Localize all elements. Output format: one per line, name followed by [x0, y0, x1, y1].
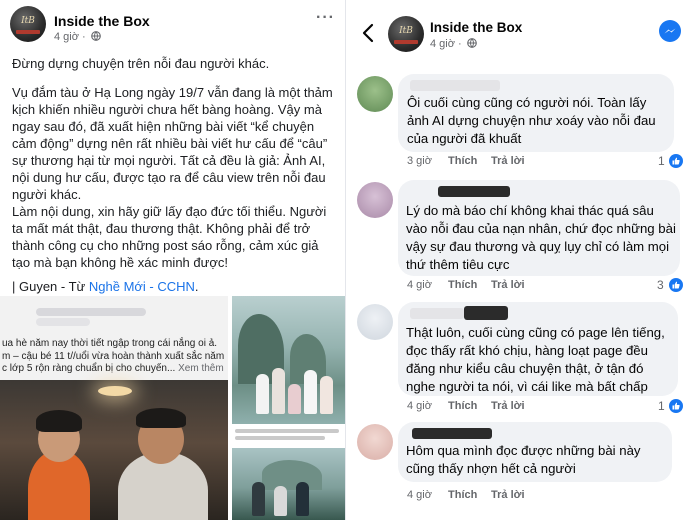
comment-bubble[interactable]: Hôm qua mình đọc được những bài này cũng… [398, 422, 672, 482]
reply-button[interactable]: Trả lời [491, 155, 525, 167]
commenter-name[interactable] [412, 428, 492, 439]
commenter-avatar[interactable] [357, 424, 393, 460]
like-count[interactable]: 1 [658, 154, 665, 168]
globe-icon [466, 38, 477, 48]
photo-family-bay[interactable] [232, 296, 345, 424]
page-avatar[interactable]: ItB [388, 16, 424, 52]
like-button[interactable]: Thích [448, 279, 477, 291]
post-paragraph-1: Vụ đắm tàu ở Hạ Long ngày 19/7 vẫn đang … [12, 85, 333, 202]
reply-button[interactable]: Trả lời [491, 489, 525, 501]
image-collage[interactable]: ua hè năm nay thời tiết ngập trong cái n… [0, 296, 345, 520]
shared-post-text: ua hè năm nay thời tiết ngập trong cái n… [2, 338, 225, 374]
post-time: 4 giờ · [54, 31, 101, 43]
post-headline: Đừng dựng chuyện trên nỗi đau người khác… [12, 56, 270, 71]
photo-caption-card [232, 424, 345, 448]
comment-bubble[interactable]: Ôi cuối cùng cũng có người nói. Toàn lấy… [398, 74, 674, 152]
photo-boat-scene [0, 380, 228, 520]
like-button[interactable]: Thích [448, 489, 477, 501]
like-button[interactable]: Thích [448, 155, 477, 167]
logo-icon: ItB [399, 25, 413, 36]
messenger-icon[interactable] [659, 20, 681, 42]
like-icon [669, 399, 683, 413]
comment-text: Lý do mà báo chí không khai thác quá sâu… [406, 203, 676, 272]
page-name[interactable]: Inside the Box [430, 20, 522, 35]
photo-boat-group[interactable] [232, 448, 345, 520]
comments-panel: ItB Inside the Box 4 giờ · Ôi cuối cùng … [346, 0, 695, 520]
commenter-avatar[interactable] [357, 76, 393, 112]
logo-icon: ItB [21, 15, 35, 26]
comment-bubble[interactable]: Thật luôn, cuối cùng cũng có page lên ti… [398, 302, 678, 396]
see-more-link[interactable]: Xem thêm [175, 363, 224, 374]
like-icon [669, 278, 683, 292]
more-options-button[interactable]: ··· [316, 9, 335, 27]
chevron-left-icon[interactable] [362, 23, 374, 49]
reply-button[interactable]: Trả lời [491, 279, 525, 291]
commenter-avatar[interactable] [357, 182, 393, 218]
globe-icon [90, 31, 101, 41]
post-paragraph-2: Làm nội dung, xin hãy giữ lấy đạo đức tố… [12, 204, 327, 270]
reply-button[interactable]: Trả lời [491, 400, 525, 412]
comment-text: Hôm qua mình đọc được những bài này cũng… [406, 443, 641, 476]
like-button[interactable]: Thích [448, 400, 477, 412]
commenter-name[interactable] [410, 308, 464, 319]
page-name[interactable]: Inside the Box [54, 13, 150, 29]
comment-text: Thật luôn, cuối cùng cũng có page lên ti… [406, 325, 665, 394]
signature-link[interactable]: Nghề Mới - CCHN [89, 279, 195, 294]
post-panel: ItB Inside the Box 4 giờ · ··· Đừng dựng… [0, 0, 345, 520]
page-avatar[interactable]: ItB [10, 6, 46, 42]
commenter-name[interactable] [438, 186, 510, 197]
like-icon [669, 154, 683, 168]
post-time: 4 giờ · [430, 38, 477, 50]
like-count[interactable]: 1 [658, 399, 665, 413]
comment-bubble[interactable]: Lý do mà báo chí không khai thác quá sâu… [398, 180, 680, 276]
post-signature: | Guyen - Từ Nghề Mới - CCHN. [12, 279, 199, 294]
commenter-name[interactable] [410, 80, 500, 91]
shared-post-screenshot[interactable]: ua hè năm nay thời tiết ngập trong cái n… [0, 296, 228, 520]
commenter-avatar[interactable] [357, 304, 393, 340]
comment-text: Ôi cuối cùng cũng có người nói. Toàn lấy… [407, 95, 656, 146]
like-count[interactable]: 3 [657, 278, 664, 292]
